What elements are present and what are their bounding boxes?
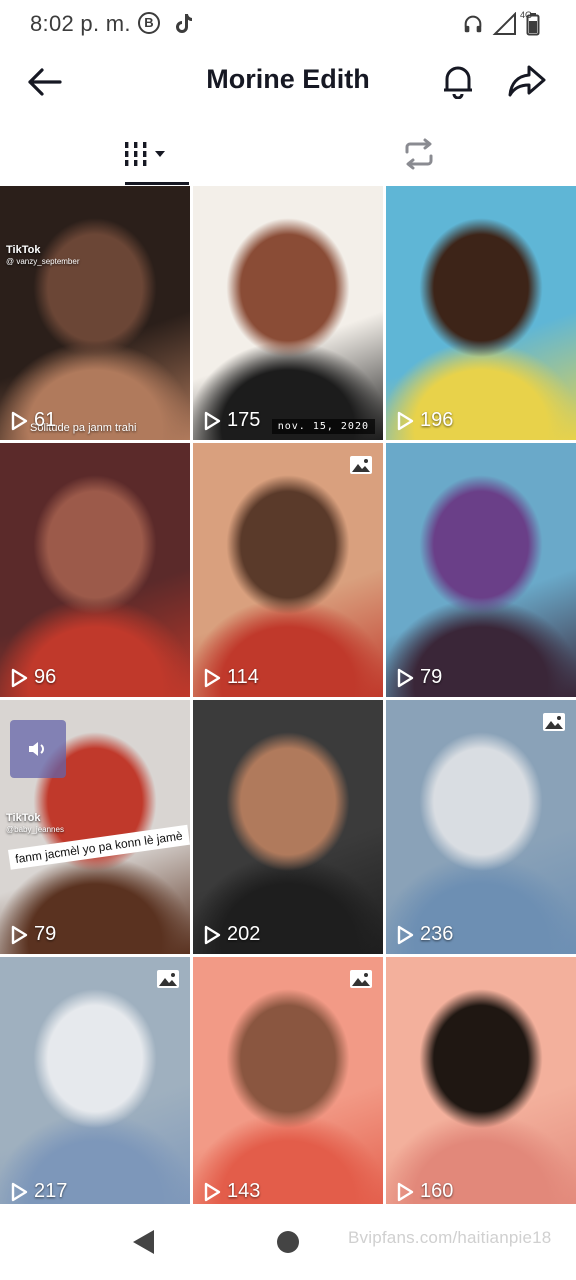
page-title: Morine Edith: [206, 64, 370, 94]
video-thumbnail[interactable]: 79: [386, 443, 576, 697]
play-count: 96: [10, 666, 56, 689]
play-icon: [11, 925, 28, 944]
view-count: 96: [34, 666, 57, 688]
repost-icon: [405, 138, 433, 170]
view-count: 217: [34, 1180, 68, 1202]
play-count: 202: [203, 923, 260, 946]
play-count: 79: [396, 666, 442, 689]
thumbnail-image: [0, 957, 190, 1204]
video-thumbnail[interactable]: 236: [386, 700, 576, 954]
play-count: 175: [203, 409, 260, 432]
thumbnail-image: [0, 186, 190, 440]
profile-tabs: [0, 122, 576, 186]
view-count: 160: [420, 1180, 454, 1202]
watermark-handle: @baby_jeannes: [6, 825, 64, 834]
bell-icon: [444, 66, 472, 99]
play-count: 236: [396, 923, 453, 946]
play-count: 196: [396, 409, 453, 432]
watermark-label: TikTok: [6, 812, 41, 824]
play-icon: [397, 411, 414, 430]
thumbnail-image: [386, 443, 576, 697]
play-icon: [397, 1182, 414, 1201]
speaker-icon: [29, 742, 44, 756]
signal-icon: 4G: [492, 10, 532, 36]
view-count: 61: [34, 409, 57, 431]
video-thumbnail[interactable]: 160: [386, 957, 576, 1204]
view-count: 114: [227, 666, 259, 688]
tiktok-watermark: TikTok @baby_jeannes: [6, 812, 64, 836]
share-button[interactable]: [506, 60, 548, 102]
thumbnail-image: [193, 186, 383, 440]
video-thumbnail[interactable]: nov. 15, 2020 175: [193, 186, 383, 440]
play-count: 143: [203, 1180, 260, 1203]
share-arrow-icon: [508, 65, 546, 97]
video-thumbnail[interactable]: 96: [0, 443, 190, 697]
view-count: 143: [227, 1180, 261, 1202]
tab-videos[interactable]: [96, 122, 192, 186]
video-grid: TikTok @ vanzy_september Solitude pa janm …: [0, 186, 576, 1204]
video-thumbnail[interactable]: TikTok @ vanzy_september Solitude pa janm …: [0, 186, 190, 440]
play-count: 61: [10, 409, 56, 432]
system-nav-bar: Bvipfans.com/haitianpie18: [0, 1204, 576, 1280]
nav-back-icon[interactable]: [130, 1228, 156, 1256]
status-bar: 8:02 p. m. B 4G: [0, 0, 576, 48]
photo-icon: [156, 969, 180, 989]
thumbnail-image: [193, 700, 383, 954]
watermark-handle: @ vanzy_september: [6, 257, 80, 266]
status-time: 8:02 p. m.: [30, 11, 131, 36]
chevron-down-icon: [155, 151, 165, 157]
network-type: 4G: [520, 10, 533, 20]
grid-columns-icon: [125, 142, 147, 166]
play-icon: [204, 925, 221, 944]
status-icons: 4G: [462, 10, 540, 36]
view-count: 79: [420, 666, 443, 688]
thumbnail-image: [0, 443, 190, 697]
notifications-button[interactable]: [438, 60, 478, 102]
video-thumbnail[interactable]: 196: [386, 186, 576, 440]
play-icon: [204, 411, 221, 430]
view-count: 196: [420, 409, 454, 431]
profile-header: Morine Edith: [0, 48, 576, 114]
video-thumbnail[interactable]: TikTok @baby_jeannes fanm jacmèl yo pa kon…: [0, 700, 190, 954]
thumbnail-image: [193, 957, 383, 1204]
play-icon: [11, 668, 28, 687]
tiktok-watermark: TikTok @ vanzy_september: [6, 244, 80, 268]
video-thumbnail[interactable]: 143: [193, 957, 383, 1204]
play-icon: [11, 411, 28, 430]
play-icon: [11, 1182, 28, 1201]
play-count: 79: [10, 923, 56, 946]
headphones-icon: [464, 15, 482, 33]
photo-icon: [349, 455, 373, 475]
play-icon: [204, 668, 221, 687]
video-thumbnail[interactable]: 217: [0, 957, 190, 1204]
watermark-text: Bvipfans.com/haitianpie18: [348, 1228, 552, 1247]
view-count: 202: [227, 923, 261, 945]
play-count: 114: [203, 666, 259, 689]
video-thumbnail[interactable]: 114: [193, 443, 383, 697]
thumbnail-image: [386, 186, 576, 440]
play-count: 160: [396, 1180, 453, 1203]
thumbnail-image: [193, 443, 383, 697]
tab-active-indicator: [125, 182, 189, 185]
photo-icon: [349, 969, 373, 989]
play-icon: [204, 1182, 221, 1201]
view-count: 236: [420, 923, 454, 945]
thumbnail-image: [386, 700, 576, 954]
b-icon: B: [138, 12, 160, 34]
play-count: 217: [10, 1180, 67, 1203]
play-icon: [397, 668, 414, 687]
play-icon: [397, 925, 414, 944]
tiktok-icon: [176, 14, 192, 33]
tab-reposts[interactable]: [384, 122, 454, 186]
view-count: 175: [227, 409, 261, 431]
volume-button[interactable]: [10, 720, 66, 778]
thumbnail-image: [386, 957, 576, 1204]
video-thumbnail[interactable]: 202: [193, 700, 383, 954]
nav-home-icon[interactable]: [277, 1231, 299, 1253]
view-count: 79: [34, 923, 57, 945]
date-stamp: nov. 15, 2020: [271, 419, 375, 434]
photo-icon: [542, 712, 566, 732]
watermark-label: TikTok: [6, 244, 41, 256]
